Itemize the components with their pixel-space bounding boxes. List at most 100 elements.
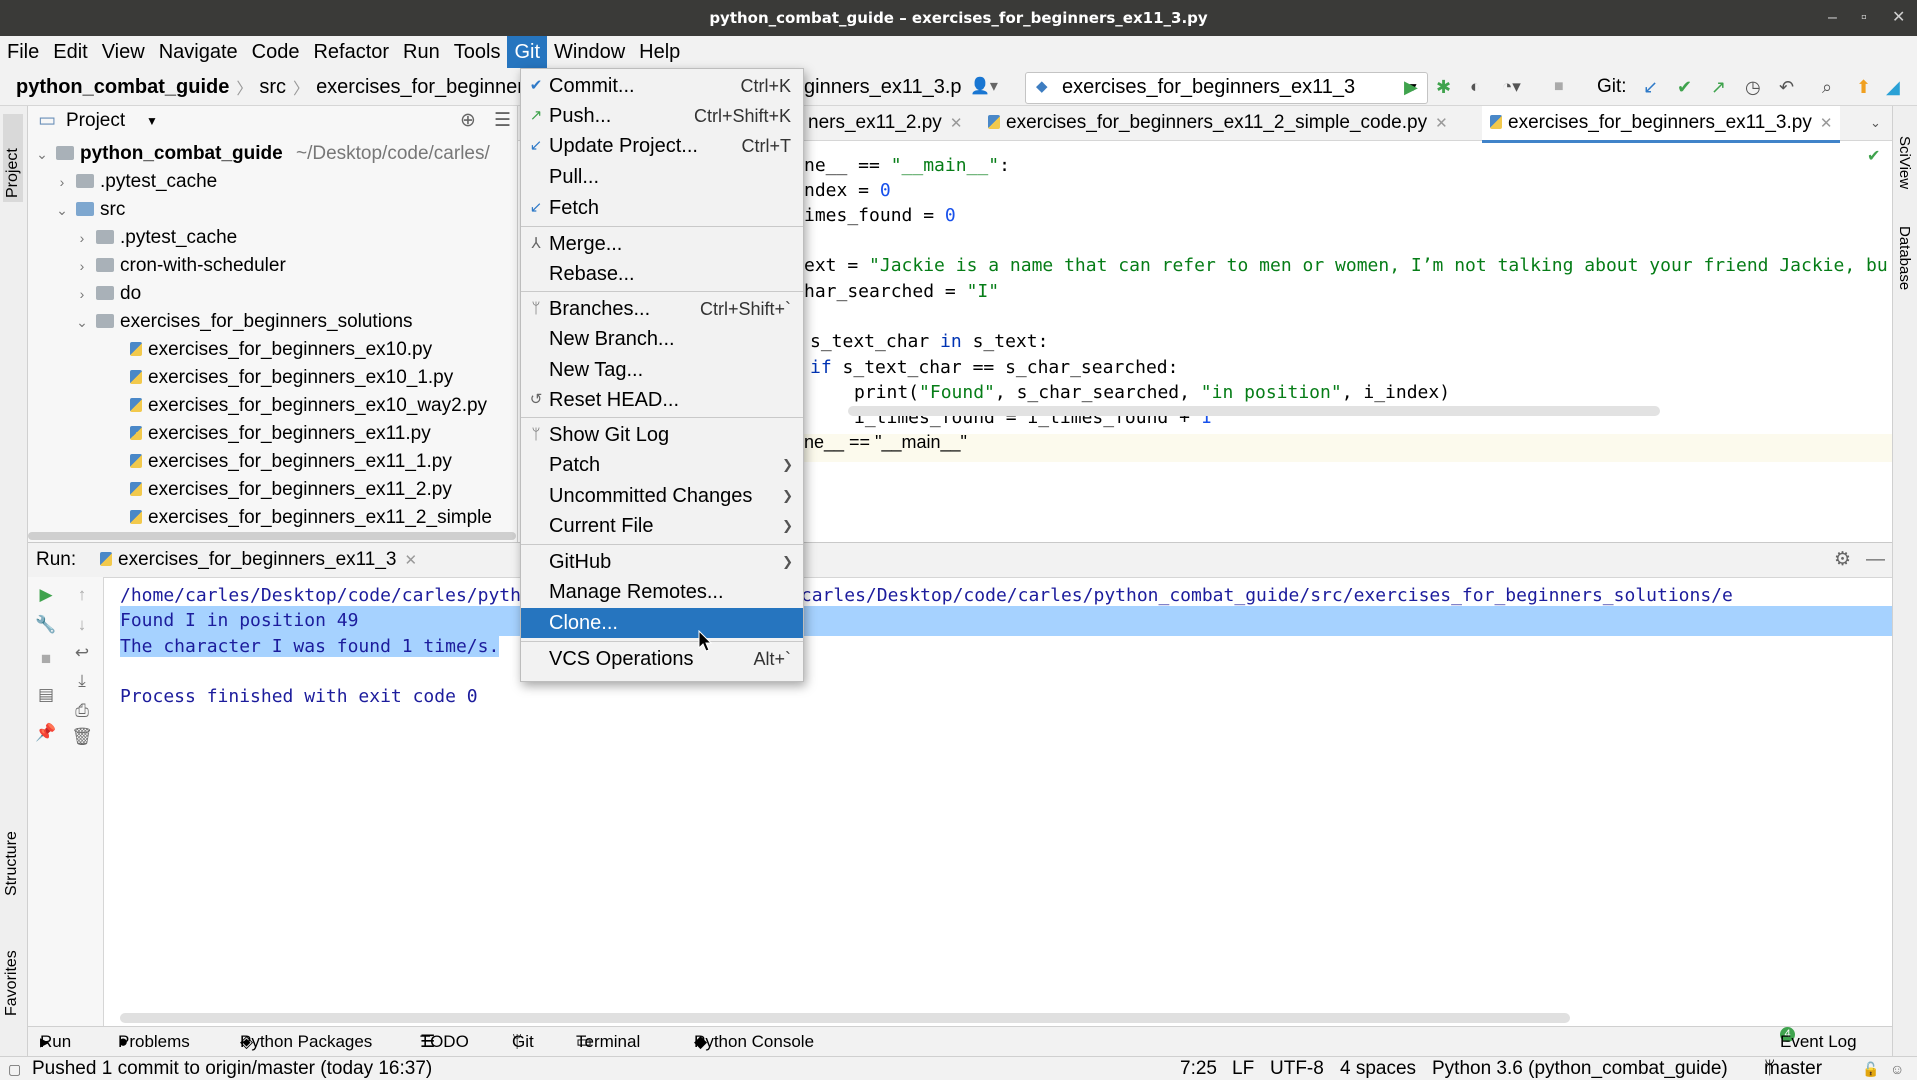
- breadcrumb-project[interactable]: python_combat_guide: [16, 76, 229, 99]
- run-tab[interactable]: exercises_for_beginners_ex11_3 ✕: [100, 543, 417, 578]
- menu-view[interactable]: View: [95, 36, 152, 68]
- tree-item[interactable]: ⌄ src: [54, 196, 125, 224]
- indent-setting[interactable]: 4 spaces: [1340, 1057, 1416, 1081]
- git-menu-pull[interactable]: Pull...: [521, 162, 803, 192]
- inspection-ok-icon[interactable]: ✔: [1867, 146, 1880, 166]
- git-menu-fetch[interactable]: ↙ Fetch: [521, 193, 803, 223]
- code-line[interactable]: print("Found", s_char_searched, "in posi…: [854, 379, 1450, 407]
- wrench-icon[interactable]: 🔧: [34, 615, 58, 635]
- git-menu-uncommitted-changes[interactable]: Uncommitted Changes ❯: [521, 481, 803, 511]
- search-icon[interactable]: ⌕: [1822, 68, 1832, 106]
- menu-navigate[interactable]: Navigate: [152, 36, 245, 68]
- editor-horizontal-scrollbar[interactable]: [848, 406, 1660, 416]
- line-ending[interactable]: LF: [1232, 1057, 1254, 1081]
- close-tab-icon[interactable]: ✕: [405, 552, 418, 569]
- git-menu-branches[interactable]: ᛘ Branches... Ctrl+Shift+`: [521, 294, 803, 324]
- tree-item-root[interactable]: ⌄ python_combat_guide ~/Desktop/code/carl…: [34, 140, 490, 168]
- debug-icon[interactable]: ✱: [1436, 68, 1451, 106]
- jetbrains-icon[interactable]: ◢: [1886, 68, 1900, 106]
- tree-item[interactable]: exercises_for_beginners_ex10.py: [130, 336, 432, 364]
- lock-icon[interactable]: 🔓: [1862, 1057, 1879, 1081]
- menu-code[interactable]: Code: [245, 36, 307, 68]
- run-configuration-select[interactable]: ◆ exercises_for_beginners_ex11_3 ▼: [1025, 72, 1428, 104]
- menu-file[interactable]: File: [0, 36, 46, 68]
- code-breadcrumb[interactable]: ne__ == "__main__": [804, 428, 967, 456]
- git-menu-new-tag[interactable]: New Tag...: [521, 355, 803, 385]
- git-commit-icon[interactable]: ✔: [1677, 68, 1692, 106]
- close-tab-icon[interactable]: ✕: [1435, 115, 1448, 132]
- notifications-icon[interactable]: ☺: [1890, 1057, 1904, 1081]
- git-menu-patch[interactable]: Patch ❯: [521, 450, 803, 480]
- database-tool-button[interactable]: Database: [1896, 226, 1913, 290]
- git-menu-push[interactable]: ↗ Push... Ctrl+Shift+K: [521, 101, 803, 131]
- tree-item[interactable]: exercises_for_beginners_ex10_way2.py: [130, 392, 487, 420]
- status-message[interactable]: Pushed 1 commit to origin/master (today …: [32, 1057, 432, 1081]
- editor-tab[interactable]: ners_ex11_2.py ✕: [808, 106, 962, 140]
- git-push-icon[interactable]: ↗: [1711, 68, 1726, 106]
- tree-item[interactable]: exercises_for_beginners_ex10_1.py: [130, 364, 453, 392]
- profile-icon[interactable]: ◔▾: [1502, 68, 1521, 106]
- status-toggle-icon[interactable]: ▢: [8, 1057, 21, 1081]
- tree-item[interactable]: › do: [74, 280, 141, 308]
- minimize-icon[interactable]: –: [1828, 0, 1837, 36]
- git-menu-reset-head[interactable]: ↺ Reset HEAD...: [521, 385, 803, 415]
- editor-tab-active[interactable]: exercises_for_beginners_ex11_3.py ✕: [1482, 106, 1841, 143]
- close-tab-icon[interactable]: ✕: [1820, 115, 1833, 132]
- stop-icon[interactable]: ■: [34, 649, 58, 669]
- tree-item[interactable]: exercises_for_beginners_ex11_1.py: [130, 448, 452, 476]
- git-menu-manage-remotes[interactable]: Manage Remotes...: [521, 577, 803, 607]
- menu-run[interactable]: Run: [396, 36, 447, 68]
- git-menu-show-git-log[interactable]: ᛘ Show Git Log: [521, 420, 803, 450]
- pin-icon[interactable]: 📌: [34, 723, 58, 743]
- hide-panel-icon[interactable]: —: [1866, 543, 1885, 577]
- scroll-to-end-icon[interactable]: ⤓: [70, 671, 94, 691]
- menu-refactor[interactable]: Refactor: [306, 36, 396, 68]
- chevron-down-icon[interactable]: ▼: [146, 106, 158, 136]
- python-interpreter[interactable]: Python 3.6 (python_combat_guide): [1432, 1057, 1728, 1081]
- menu-edit[interactable]: Edit: [46, 36, 94, 68]
- menu-help[interactable]: Help: [632, 36, 687, 68]
- console-horizontal-scrollbar[interactable]: [120, 1013, 1570, 1023]
- sciview-tool-button[interactable]: SciView: [1896, 136, 1913, 189]
- breadcrumb-src[interactable]: src: [259, 76, 286, 99]
- code-line[interactable]: imes_found = 0: [804, 202, 956, 230]
- git-menu-current-file[interactable]: Current File ❯: [521, 511, 803, 541]
- coverage-icon[interactable]: ◐: [1470, 68, 1480, 106]
- locate-icon[interactable]: ⊕: [460, 106, 476, 136]
- tree-item[interactable]: ⌄ exercises_for_beginners_solutions: [74, 308, 412, 336]
- tree-item[interactable]: › .pytest_cache: [74, 224, 238, 252]
- git-menu-commit[interactable]: ✔ Commit... Ctrl+K: [521, 71, 803, 101]
- stop-icon[interactable]: ■: [1554, 68, 1564, 106]
- tree-item[interactable]: exercises_for_beginners_ex11_2_simple: [130, 504, 492, 532]
- git-update-icon[interactable]: ↙: [1643, 68, 1658, 106]
- close-icon[interactable]: ✕: [1892, 0, 1905, 36]
- menu-tools[interactable]: Tools: [447, 36, 508, 68]
- structure-tool-button[interactable]: Structure: [3, 796, 21, 896]
- caret-position[interactable]: 7:25: [1180, 1057, 1217, 1081]
- rerun-icon[interactable]: ▶: [34, 585, 58, 605]
- project-tool-button[interactable]: Project: [3, 114, 23, 202]
- layout-icon[interactable]: ▤: [34, 685, 58, 705]
- code-line[interactable]: if s_text_char == s_char_searched:: [810, 354, 1178, 382]
- close-tab-icon[interactable]: ✕: [950, 115, 963, 132]
- tree-item[interactable]: › cron-with-scheduler: [74, 252, 286, 280]
- soft-wrap-icon[interactable]: ↩: [70, 643, 94, 663]
- tabs-menu-icon[interactable]: ⌄: [1870, 106, 1881, 140]
- up-arrow-icon[interactable]: ↑: [70, 585, 94, 605]
- print-icon[interactable]: ⎙: [70, 701, 94, 721]
- menu-git[interactable]: Git: [507, 36, 548, 68]
- file-encoding[interactable]: UTF-8: [1270, 1057, 1324, 1081]
- git-menu-rebase[interactable]: Rebase...: [521, 259, 803, 289]
- tree-item[interactable]: exercises_for_beginners_ex11_2.py: [130, 476, 452, 504]
- git-menu-new-branch[interactable]: New Branch...: [521, 324, 803, 354]
- git-menu-github[interactable]: GitHub ❯: [521, 547, 803, 577]
- console-output-line[interactable]: The character I was found 1 time/s.: [120, 632, 1892, 662]
- git-menu-vcs-operations[interactable]: VCS Operations Alt+`: [521, 644, 803, 674]
- breadcrumb-file[interactable]: ginners_ex11_3.p: [804, 68, 962, 106]
- code-line[interactable]: s_text_char in s_text:: [810, 328, 1048, 356]
- user-icon[interactable]: 👤▾: [970, 68, 998, 106]
- breadcrumb-folder[interactable]: exercises_for_beginners: [316, 76, 534, 99]
- run-icon[interactable]: ▶: [1404, 68, 1418, 106]
- tree-item[interactable]: › .pytest_cache: [54, 168, 218, 196]
- maximize-icon[interactable]: ▫: [1861, 0, 1867, 36]
